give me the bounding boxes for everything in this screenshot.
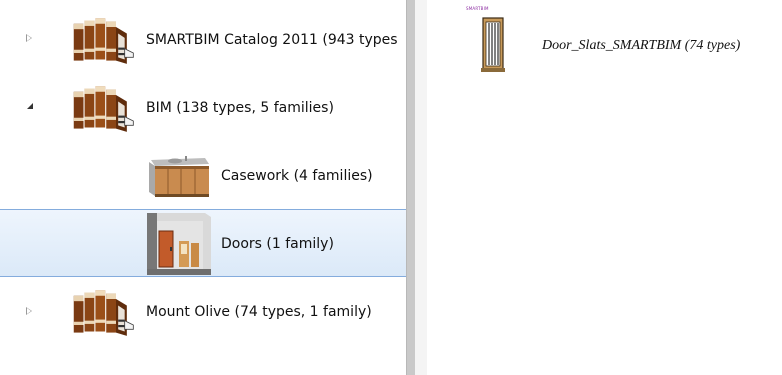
casework-icon: [149, 156, 209, 197]
tree-item-label: SMARTBIM Catalog 2011 (943 types: [146, 32, 398, 48]
tree-item-label: Doors (1 family): [221, 236, 334, 252]
tree-item-casework[interactable]: Casework (4 families): [0, 146, 406, 202]
tree-item-label: Mount Olive (74 types, 1 family): [146, 304, 372, 320]
library-tree: SMARTBIM Catalog 2011 (943 types BIM (13…: [0, 0, 406, 375]
doors-icon: [147, 213, 211, 275]
content-pane: SMARTBIM Door_Slats_SMARTBIM (74 types): [427, 0, 782, 375]
expand-arrow-icon[interactable]: [26, 307, 32, 315]
item-brand-label: SMARTBIM: [466, 6, 489, 11]
content-item-door-slats[interactable]: SMARTBIM Door_Slats_SMARTBIM (74 types): [463, 4, 782, 74]
item-label: Door_Slats_SMARTBIM (74 types): [542, 38, 741, 53]
books-icon: [70, 82, 136, 134]
tree-item-smartbim-catalog[interactable]: SMARTBIM Catalog 2011 (943 types: [0, 14, 406, 64]
books-icon: [70, 286, 136, 338]
tree-item-mount-olive[interactable]: Mount Olive (74 types, 1 family): [0, 286, 406, 336]
tree-item-label: Casework (4 families): [221, 168, 373, 184]
door-icon: [481, 17, 505, 72]
collapse-arrow-icon[interactable]: [27, 103, 33, 109]
expand-arrow-icon[interactable]: [26, 34, 32, 42]
pane-gutter: [415, 0, 427, 375]
tree-item-label: BIM (138 types, 5 families): [146, 100, 334, 116]
tree-item-doors[interactable]: Doors (1 family): [0, 209, 406, 277]
tree-item-bim[interactable]: BIM (138 types, 5 families): [0, 82, 406, 132]
books-icon: [70, 14, 136, 66]
